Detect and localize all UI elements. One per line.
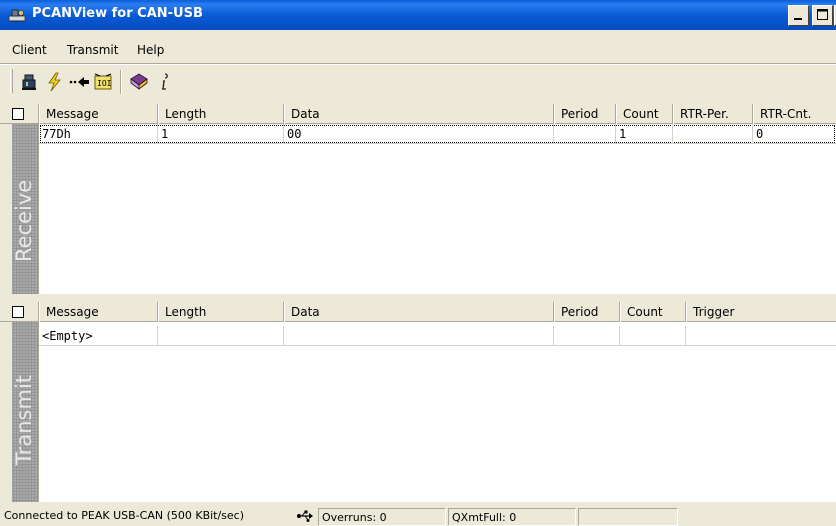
transmit-col-trigger[interactable]: Trigger: [685, 302, 836, 322]
receive-col-data[interactable]: Data: [283, 104, 553, 124]
receive-side-label: Receive: [12, 179, 36, 263]
receive-col-rtr-per[interactable]: RTR-Per.: [672, 104, 752, 124]
menu-transmit[interactable]: Transmit: [67, 43, 118, 57]
pcan-app-icon: [8, 9, 26, 22]
toolbar: IOI: [10, 66, 836, 96]
status-connection: Connected to PEAK USB-CAN (500 KBit/sec): [4, 509, 245, 522]
menu-separator: [0, 63, 836, 65]
transmit-col-message[interactable]: Message: [38, 302, 157, 322]
menu-help[interactable]: Help: [137, 43, 164, 57]
minimize-button[interactable]: [788, 5, 809, 26]
usb-icon: [297, 510, 313, 522]
transmit-side-strip: Transmit: [12, 322, 38, 502]
receive-col-length[interactable]: Length: [157, 104, 283, 124]
info-icon[interactable]: [154, 71, 176, 93]
receive-select-all-checkbox[interactable]: [12, 108, 24, 120]
transmit-cell-message: <Empty>: [39, 326, 158, 346]
arrow-left-icon[interactable]: [68, 71, 90, 93]
status-bar: Connected to PEAK USB-CAN (500 KBit/sec)…: [0, 506, 836, 526]
table-row[interactable]: <Empty>: [39, 326, 836, 346]
receive-cell-data: 00: [284, 124, 554, 144]
transmit-grid[interactable]: <Empty>: [38, 322, 836, 502]
counter-icon[interactable]: IOI: [92, 71, 114, 93]
help-book-icon[interactable]: [128, 71, 150, 93]
menu-bar: Client Transmit Help: [0, 40, 836, 60]
transmit-cell-period: [554, 326, 620, 346]
transmit-cell-trigger: [686, 326, 836, 346]
receive-side-strip: Receive: [12, 124, 38, 294]
transmit-select-all-checkbox[interactable]: [12, 306, 24, 318]
status-qxmtfull: QXmtFull: 0: [448, 508, 576, 526]
flash-icon[interactable]: [44, 71, 66, 93]
transmit-header: Message Length Data Period Count Trigger: [0, 302, 836, 322]
receive-cell-period: [554, 124, 616, 144]
receive-col-rtr-cnt[interactable]: RTR-Cnt.: [752, 104, 836, 124]
toolbar-grip[interactable]: [10, 69, 13, 93]
receive-grid[interactable]: 77Dh 1 00 1 0: [38, 124, 836, 294]
transmit-panel: Message Length Data Period Count Trigger…: [0, 302, 836, 502]
connect-icon[interactable]: [18, 71, 40, 93]
status-empty-pane: [578, 508, 678, 526]
status-overruns: Overruns: 0: [318, 508, 446, 526]
menu-client[interactable]: Client: [12, 43, 47, 57]
receive-cell-length: 1: [158, 124, 284, 144]
transmit-cell-count: [620, 326, 686, 346]
maximize-button[interactable]: [812, 5, 833, 26]
title-bar[interactable]: PCANView for CAN-USB: [0, 0, 836, 30]
transmit-col-count[interactable]: Count: [619, 302, 685, 322]
receive-col-count[interactable]: Count: [615, 104, 672, 124]
transmit-cell-length: [158, 326, 284, 346]
receive-cell-message: 77Dh: [39, 124, 158, 144]
receive-panel: Message Length Data Period Count RTR-Per…: [0, 104, 836, 294]
transmit-col-length[interactable]: Length: [157, 302, 283, 322]
receive-col-period[interactable]: Period: [553, 104, 615, 124]
maximize-icon: [817, 9, 828, 20]
receive-header: Message Length Data Period Count RTR-Per…: [0, 104, 836, 124]
receive-cell-count: 1: [616, 124, 673, 144]
transmit-col-data[interactable]: Data: [283, 302, 553, 322]
toolbar-separator: [120, 70, 122, 94]
table-row[interactable]: 77Dh 1 00 1 0: [39, 124, 836, 144]
receive-cell-rtr-per: [673, 124, 753, 144]
app-window: PCANView for CAN-USB Client Transmit Hel…: [0, 0, 836, 526]
receive-col-message[interactable]: Message: [38, 104, 157, 124]
transmit-col-period[interactable]: Period: [553, 302, 619, 322]
svg-text:IOI: IOI: [97, 79, 112, 88]
transmit-cell-data: [284, 326, 554, 346]
receive-cell-rtr-cnt: 0: [753, 124, 836, 144]
window-title: PCANView for CAN-USB: [32, 6, 203, 21]
transmit-side-label: Transmit: [12, 374, 36, 466]
minimize-icon: [794, 18, 802, 20]
